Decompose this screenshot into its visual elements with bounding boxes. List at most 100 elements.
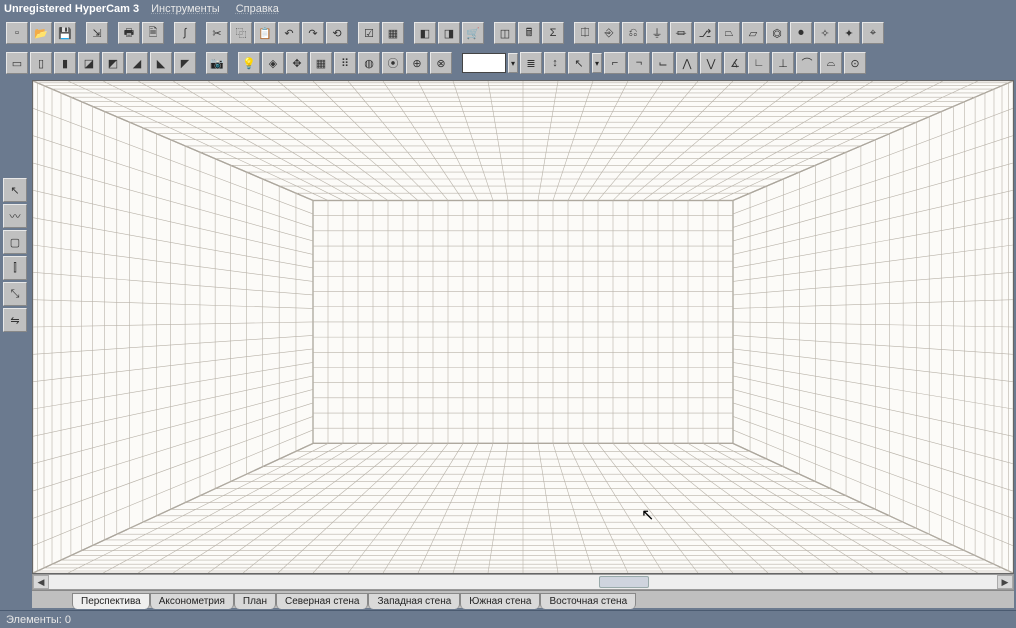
globe-wire-button[interactable]: ⦿: [382, 52, 404, 74]
scroll-track[interactable]: [49, 575, 997, 589]
view-box-4-button[interactable]: ◪: [78, 52, 100, 74]
arrows-button[interactable]: ✥: [286, 52, 308, 74]
print-preview-button[interactable]: 🗎: [142, 22, 164, 44]
view-angle-3-button[interactable]: ◤: [174, 52, 196, 74]
target-3-button[interactable]: ⊙: [844, 52, 866, 74]
mirror-tool-button[interactable]: ⇋: [3, 308, 27, 332]
tag-button[interactable]: ◈: [262, 52, 284, 74]
view-angle-2-button[interactable]: ◣: [150, 52, 172, 74]
mod-9-button[interactable]: ⏣: [766, 22, 788, 44]
layers-button[interactable]: ≣: [520, 52, 542, 74]
tab-east[interactable]: Восточная стена: [540, 593, 636, 609]
print-button[interactable]: 🖶: [118, 22, 140, 44]
titlebar: Unregistered HyperCam 3 Инструменты Спра…: [0, 0, 1016, 18]
calc-button[interactable]: 🖩: [518, 22, 540, 44]
snap-5-button[interactable]: ⋁: [700, 52, 722, 74]
copy-button[interactable]: ⿻: [230, 22, 252, 44]
target-1-button[interactable]: ⊕: [406, 52, 428, 74]
mod-10-button[interactable]: ⏺: [790, 22, 812, 44]
toolbar-row-1: ▫📂💾 ⇲ 🖶🗎 ∫ ✂⿻📋↶ ↷ ⟲ ☑ ▦ ◧ ◨ 🛒 ◫🖩Σ ⎅⎆ ⎌ ⏚⏛ ⎇ ⏢⏥⏣⏺✧✦⌖: [6, 20, 1010, 46]
redo-icon: ↷: [308, 27, 317, 40]
tab-west[interactable]: Западная стена: [368, 593, 460, 609]
mod-6-icon: ⎇: [699, 27, 712, 40]
bulb-button[interactable]: 💡: [238, 52, 260, 74]
view-box-3-button[interactable]: ▮: [54, 52, 76, 74]
grid-toggle-button[interactable]: ▦: [310, 52, 332, 74]
globe-1-button[interactable]: ◍: [358, 52, 380, 74]
toggle-b-button[interactable]: ◨: [438, 22, 460, 44]
snap-2-button[interactable]: ¬: [628, 52, 650, 74]
menu-tools[interactable]: Инструменты: [147, 3, 224, 15]
redo-button[interactable]: ↷: [302, 22, 324, 44]
snap-6-button[interactable]: ∡: [724, 52, 746, 74]
dropdown-icon[interactable]: ▾: [508, 53, 518, 73]
snap-3-button[interactable]: ⌙: [652, 52, 674, 74]
dropdown-icon[interactable]: ▾: [592, 53, 602, 73]
viewport-perspective[interactable]: ↖: [32, 80, 1014, 574]
snap-10-icon: ⌓: [827, 57, 836, 70]
snap-7-button[interactable]: ∟: [748, 52, 770, 74]
undo-button[interactable]: ↶: [278, 22, 300, 44]
tab-perspective[interactable]: Перспектива: [72, 593, 150, 609]
scroll-left-arrow[interactable]: ◀: [33, 575, 49, 589]
scroll-right-arrow[interactable]: ▶: [997, 575, 1013, 589]
cam-button[interactable]: 📷: [206, 52, 228, 74]
mod-5-button[interactable]: ⏛: [670, 22, 692, 44]
tab-axonometry[interactable]: Аксонометрия: [150, 593, 234, 609]
toggle-store-button[interactable]: 🛒: [462, 22, 484, 44]
view-angle-1-button[interactable]: ◢: [126, 52, 148, 74]
sigma-button[interactable]: Σ: [542, 22, 564, 44]
opts-button[interactable]: ☑: [358, 22, 380, 44]
snap-10-button[interactable]: ⌓: [820, 52, 842, 74]
wall-tool-button[interactable]: ⫿: [3, 256, 27, 280]
tab-north[interactable]: Северная стена: [276, 593, 369, 609]
mod-3-button[interactable]: ⎌: [622, 22, 644, 44]
mod-3-icon: ⎌: [629, 27, 638, 40]
toggle-a-button[interactable]: ◧: [414, 22, 436, 44]
scroll-thumb[interactable]: [599, 576, 649, 588]
target-2-button[interactable]: ⊗: [430, 52, 452, 74]
mod-12-button[interactable]: ✦: [838, 22, 860, 44]
save-as-button[interactable]: ⇲: [86, 22, 108, 44]
color-swatch[interactable]: [462, 53, 506, 73]
opts-icon: ☑: [364, 27, 374, 40]
pick-arrow-button[interactable]: ↖: [568, 52, 590, 74]
cut-button[interactable]: ✂: [206, 22, 228, 44]
mod-6-button[interactable]: ⎇: [694, 22, 716, 44]
paste-button[interactable]: 📋: [254, 22, 276, 44]
view-box-2-button[interactable]: ▯: [30, 52, 52, 74]
view-box-1-button[interactable]: ▭: [6, 52, 28, 74]
cursor-button[interactable]: ↖: [3, 178, 27, 202]
mod-8-button[interactable]: ⏥: [742, 22, 764, 44]
mod-13-button[interactable]: ⌖: [862, 22, 884, 44]
tab-label: Северная стена: [285, 596, 360, 607]
mod-11-button[interactable]: ✧: [814, 22, 836, 44]
tab-south[interactable]: Южная стена: [460, 593, 540, 609]
pick-1-button[interactable]: ↕: [544, 52, 566, 74]
toolbar-row-2-wrap: ▭▯▮◪◩◢◣◤📷💡◈✥▦⠿◍⦿⊕⊗▾≣↕↖▾⌐¬⌙⋀⋁∡∟⊥⌒⌓⊙: [0, 48, 1016, 78]
snap-9-button[interactable]: ⌒: [796, 52, 818, 74]
mod-1-button[interactable]: ⎅: [574, 22, 596, 44]
tab-plan[interactable]: План: [234, 593, 276, 609]
grid-dot-button[interactable]: ⠿: [334, 52, 356, 74]
menu-help[interactable]: Справка: [232, 3, 283, 15]
view-box-5-button[interactable]: ◩: [102, 52, 124, 74]
snap-8-button[interactable]: ⊥: [772, 52, 794, 74]
save-file-button[interactable]: 💾: [54, 22, 76, 44]
horizontal-scrollbar[interactable]: ◀ ▶: [32, 574, 1014, 590]
open-file-button[interactable]: 📂: [30, 22, 52, 44]
mod-7-button[interactable]: ⏢: [718, 22, 740, 44]
window-opts-button[interactable]: ▦: [382, 22, 404, 44]
cube-a-button[interactable]: ◫: [494, 22, 516, 44]
mod-4-button[interactable]: ⏚: [646, 22, 668, 44]
redo-all-button[interactable]: ⟲: [326, 22, 348, 44]
rect-tool-button[interactable]: ▢: [3, 230, 27, 254]
snap-1-button[interactable]: ⌐: [604, 52, 626, 74]
script-button[interactable]: ∫: [174, 22, 196, 44]
toggle-b-icon: ◨: [444, 27, 454, 40]
snap-4-button[interactable]: ⋀: [676, 52, 698, 74]
scale-tool-button[interactable]: ⤡: [3, 282, 27, 306]
curve-tool-button[interactable]: 〰: [3, 204, 27, 228]
new-file-button[interactable]: ▫: [6, 22, 28, 44]
mod-2-button[interactable]: ⎆: [598, 22, 620, 44]
